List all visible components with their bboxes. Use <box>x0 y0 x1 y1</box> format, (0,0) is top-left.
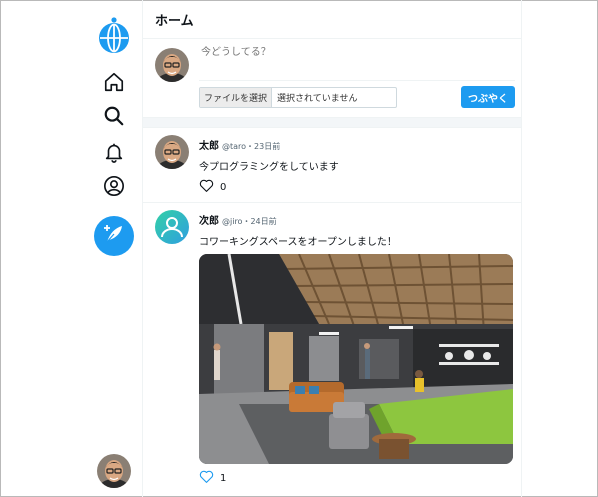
heart-icon <box>199 470 214 486</box>
main-timeline: ホーム ファイルを選択 選択されていません つぶやく <box>142 0 522 497</box>
post-avatar[interactable] <box>155 135 189 169</box>
like-count: 0 <box>220 181 227 193</box>
page-title: ホーム <box>143 0 521 39</box>
composer-avatar <box>155 48 189 82</box>
post-text: コワーキングスペースをオープンしました！ <box>199 237 397 248</box>
user-icon[interactable] <box>98 170 130 202</box>
globe-icon[interactable] <box>96 17 132 54</box>
post-author-name[interactable]: 次郎 <box>199 216 219 227</box>
compose-button[interactable] <box>94 216 134 256</box>
post-time: 24日前 <box>250 217 277 226</box>
post-author-name[interactable]: 太郎 <box>199 141 219 152</box>
post-text: 今プログラミングをしています <box>199 162 339 173</box>
post-handle: @taro <box>222 142 247 151</box>
heart-icon <box>199 179 214 195</box>
feather-plus-icon <box>102 222 126 250</box>
post-image[interactable] <box>199 254 513 464</box>
file-select-button[interactable]: ファイルを選択 <box>200 88 273 107</box>
post-avatar[interactable] <box>155 210 189 244</box>
sidebar-avatar[interactable] <box>97 454 131 488</box>
sidebar <box>88 0 142 497</box>
post-button[interactable]: つぶやく <box>461 86 515 108</box>
file-status-text: 選択されていません <box>277 94 358 104</box>
search-icon[interactable] <box>98 100 130 132</box>
post-header: 次郎 @jiro・24日前 <box>199 212 277 227</box>
like-count: 1 <box>220 472 227 484</box>
post-item[interactable]: 次郎 @jiro・24日前 コワーキングスペースをオープンしました！ 1 <box>143 203 521 495</box>
post-dot: ・ <box>246 142 255 151</box>
bell-icon[interactable] <box>98 136 130 168</box>
section-separator <box>143 117 521 128</box>
post-handle: @jiro <box>222 217 243 226</box>
composer: ファイルを選択 選択されていません つぶやく <box>143 39 521 117</box>
compose-input[interactable] <box>201 45 501 59</box>
post-item[interactable]: 太郎 @taro・23日前 今プログラミングをしています 0 <box>143 128 521 203</box>
like-button[interactable]: 0 <box>199 179 226 195</box>
like-button[interactable]: 1 <box>199 470 226 486</box>
file-picker[interactable]: ファイルを選択 選択されていません <box>199 87 397 108</box>
home-icon[interactable] <box>98 66 130 98</box>
post-time: 23日前 <box>254 142 281 151</box>
post-header: 太郎 @taro・23日前 <box>199 137 280 152</box>
composer-divider <box>199 80 515 81</box>
